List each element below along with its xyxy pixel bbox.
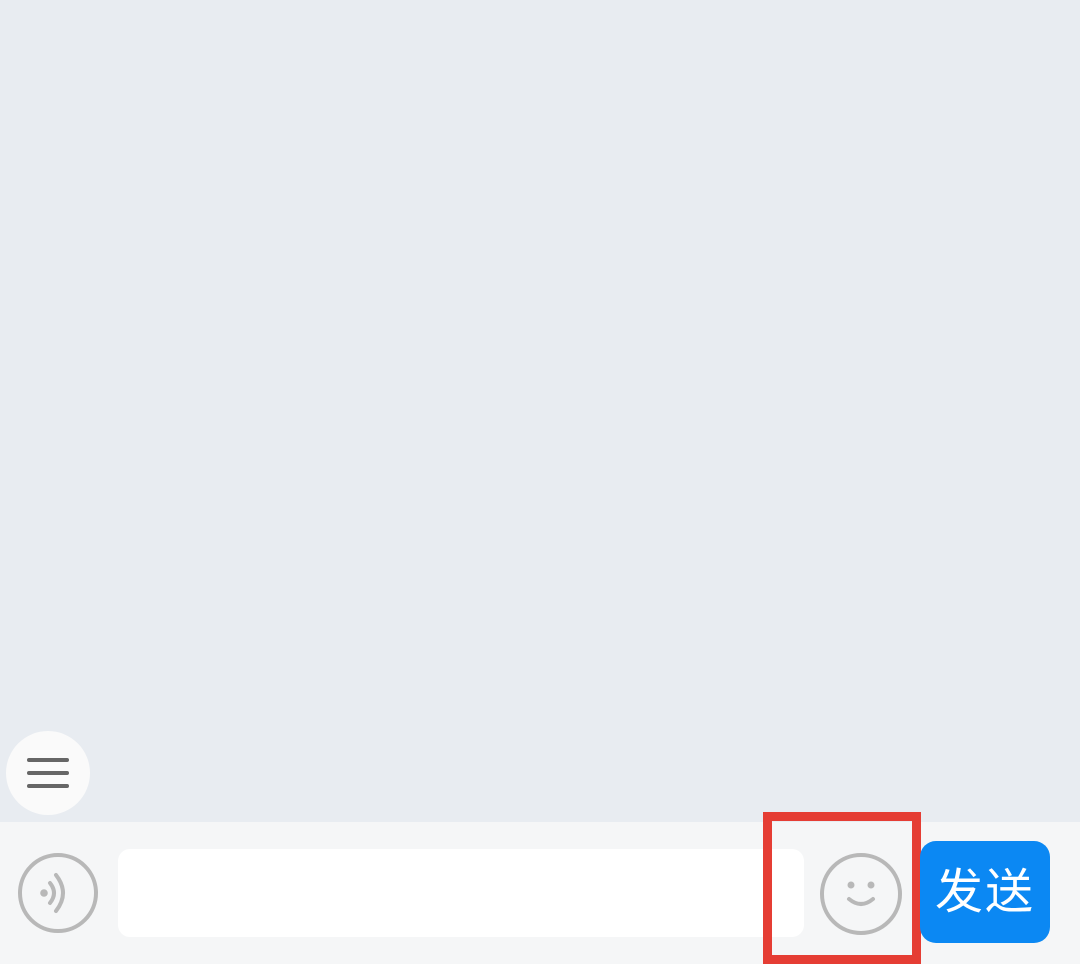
menu-button[interactable]	[6, 731, 90, 815]
hamburger-menu-icon	[27, 758, 69, 788]
emoji-button[interactable]	[818, 851, 904, 937]
voice-input-button[interactable]	[16, 851, 100, 935]
send-button[interactable]: 发送	[920, 841, 1050, 943]
voice-sound-icon	[18, 853, 98, 933]
chat-message-area	[0, 0, 1080, 822]
smiley-face-icon	[820, 853, 902, 935]
message-input[interactable]	[118, 849, 804, 937]
